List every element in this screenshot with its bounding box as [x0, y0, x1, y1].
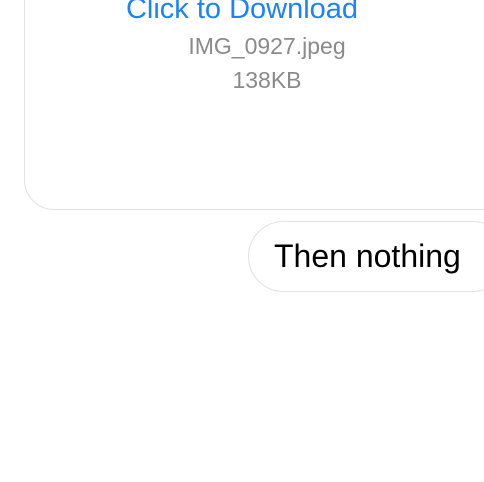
- message-text: Then nothing: [274, 238, 461, 274]
- conversation-view: Click to Download IMG_0927.jpeg 138KB Th…: [0, 0, 484, 482]
- attachment-file-size: 138KB: [232, 67, 302, 93]
- attachment-file-name: IMG_0927.jpeg: [188, 33, 346, 59]
- download-link[interactable]: Click to Download: [0, 0, 484, 26]
- sent-message-bubble[interactable]: Then nothing: [248, 221, 484, 292]
